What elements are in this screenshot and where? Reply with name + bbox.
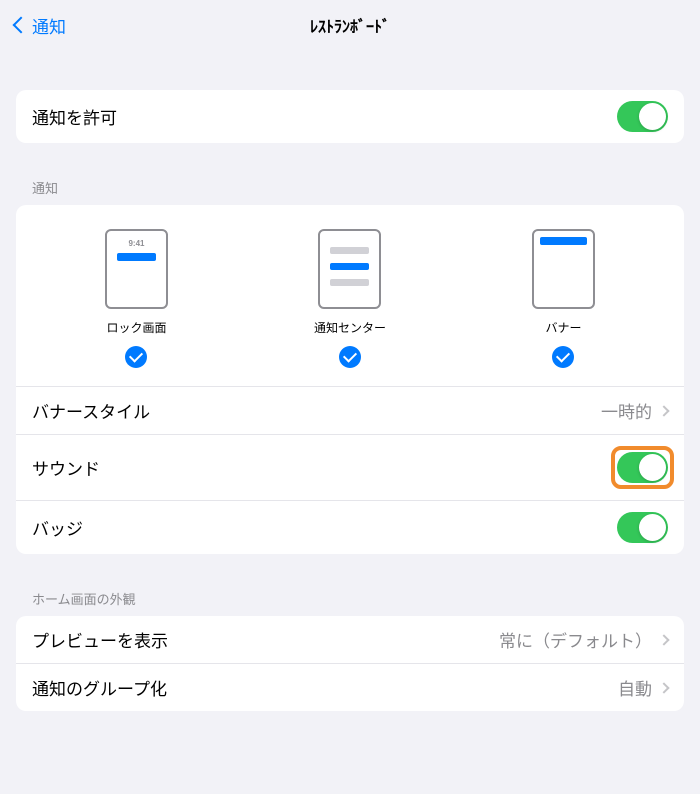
notif-section-header: 通知 [32, 178, 700, 197]
highlight-annotation [611, 446, 674, 489]
allow-notifications-toggle[interactable] [617, 101, 668, 132]
banner-style-value: 一時的 [601, 398, 652, 423]
chevron-left-icon [13, 17, 30, 34]
allow-section: 通知を許可 [16, 90, 684, 143]
notification-grouping-row[interactable]: 通知のグループ化 自動 [16, 663, 684, 711]
alert-option-banner[interactable]: バナー [532, 229, 595, 368]
alert-option-label: ロック画面 [106, 319, 166, 336]
alert-style-options: 9:41 ロック画面 通知センター バナー [16, 205, 684, 386]
notification-grouping-label: 通知のグループ化 [32, 675, 167, 700]
alert-option-label: 通知センター [314, 319, 386, 336]
show-preview-label: プレビューを表示 [32, 627, 168, 652]
allow-notifications-row: 通知を許可 [16, 90, 684, 143]
chevron-right-icon [658, 405, 669, 416]
notif-section: 9:41 ロック画面 通知センター バナー バナースタイル 一時的 [16, 205, 684, 554]
checkmark-icon [339, 346, 361, 368]
sounds-toggle[interactable] [617, 452, 668, 483]
show-preview-value: 常に（デフォルト） [499, 627, 652, 652]
badges-row: バッジ [16, 500, 684, 554]
alert-option-notifcenter[interactable]: 通知センター [314, 229, 386, 368]
chevron-right-icon [658, 634, 669, 645]
banner-style-row[interactable]: バナースタイル 一時的 [16, 386, 684, 434]
sounds-label: サウンド [32, 455, 100, 480]
notification-grouping-value: 自動 [618, 675, 652, 700]
badges-label: バッジ [32, 515, 83, 540]
checkmark-icon [125, 346, 147, 368]
show-preview-row[interactable]: プレビューを表示 常に（デフォルト） [16, 616, 684, 663]
allow-label: 通知を許可 [32, 104, 117, 129]
back-button[interactable]: 通知 [15, 13, 66, 38]
notifcenter-icon [318, 229, 381, 309]
sounds-row: サウンド [16, 434, 684, 500]
alert-option-label: バナー [545, 319, 581, 336]
banner-style-label: バナースタイル [32, 398, 150, 423]
chevron-right-icon [658, 682, 669, 693]
alert-option-lockscreen[interactable]: 9:41 ロック画面 [105, 229, 168, 368]
back-label: 通知 [32, 13, 66, 38]
home-section-header: ホーム画面の外観 [32, 589, 700, 608]
badges-toggle[interactable] [617, 512, 668, 543]
nav-bar: 通知 ﾚｽﾄﾗﾝﾎﾞｰﾄﾞ [0, 0, 700, 50]
banner-icon [532, 229, 595, 309]
lockscreen-icon: 9:41 [105, 229, 168, 309]
page-title: ﾚｽﾄﾗﾝﾎﾞｰﾄﾞ [310, 13, 390, 37]
home-section: プレビューを表示 常に（デフォルト） 通知のグループ化 自動 [16, 616, 684, 711]
checkmark-icon [552, 346, 574, 368]
